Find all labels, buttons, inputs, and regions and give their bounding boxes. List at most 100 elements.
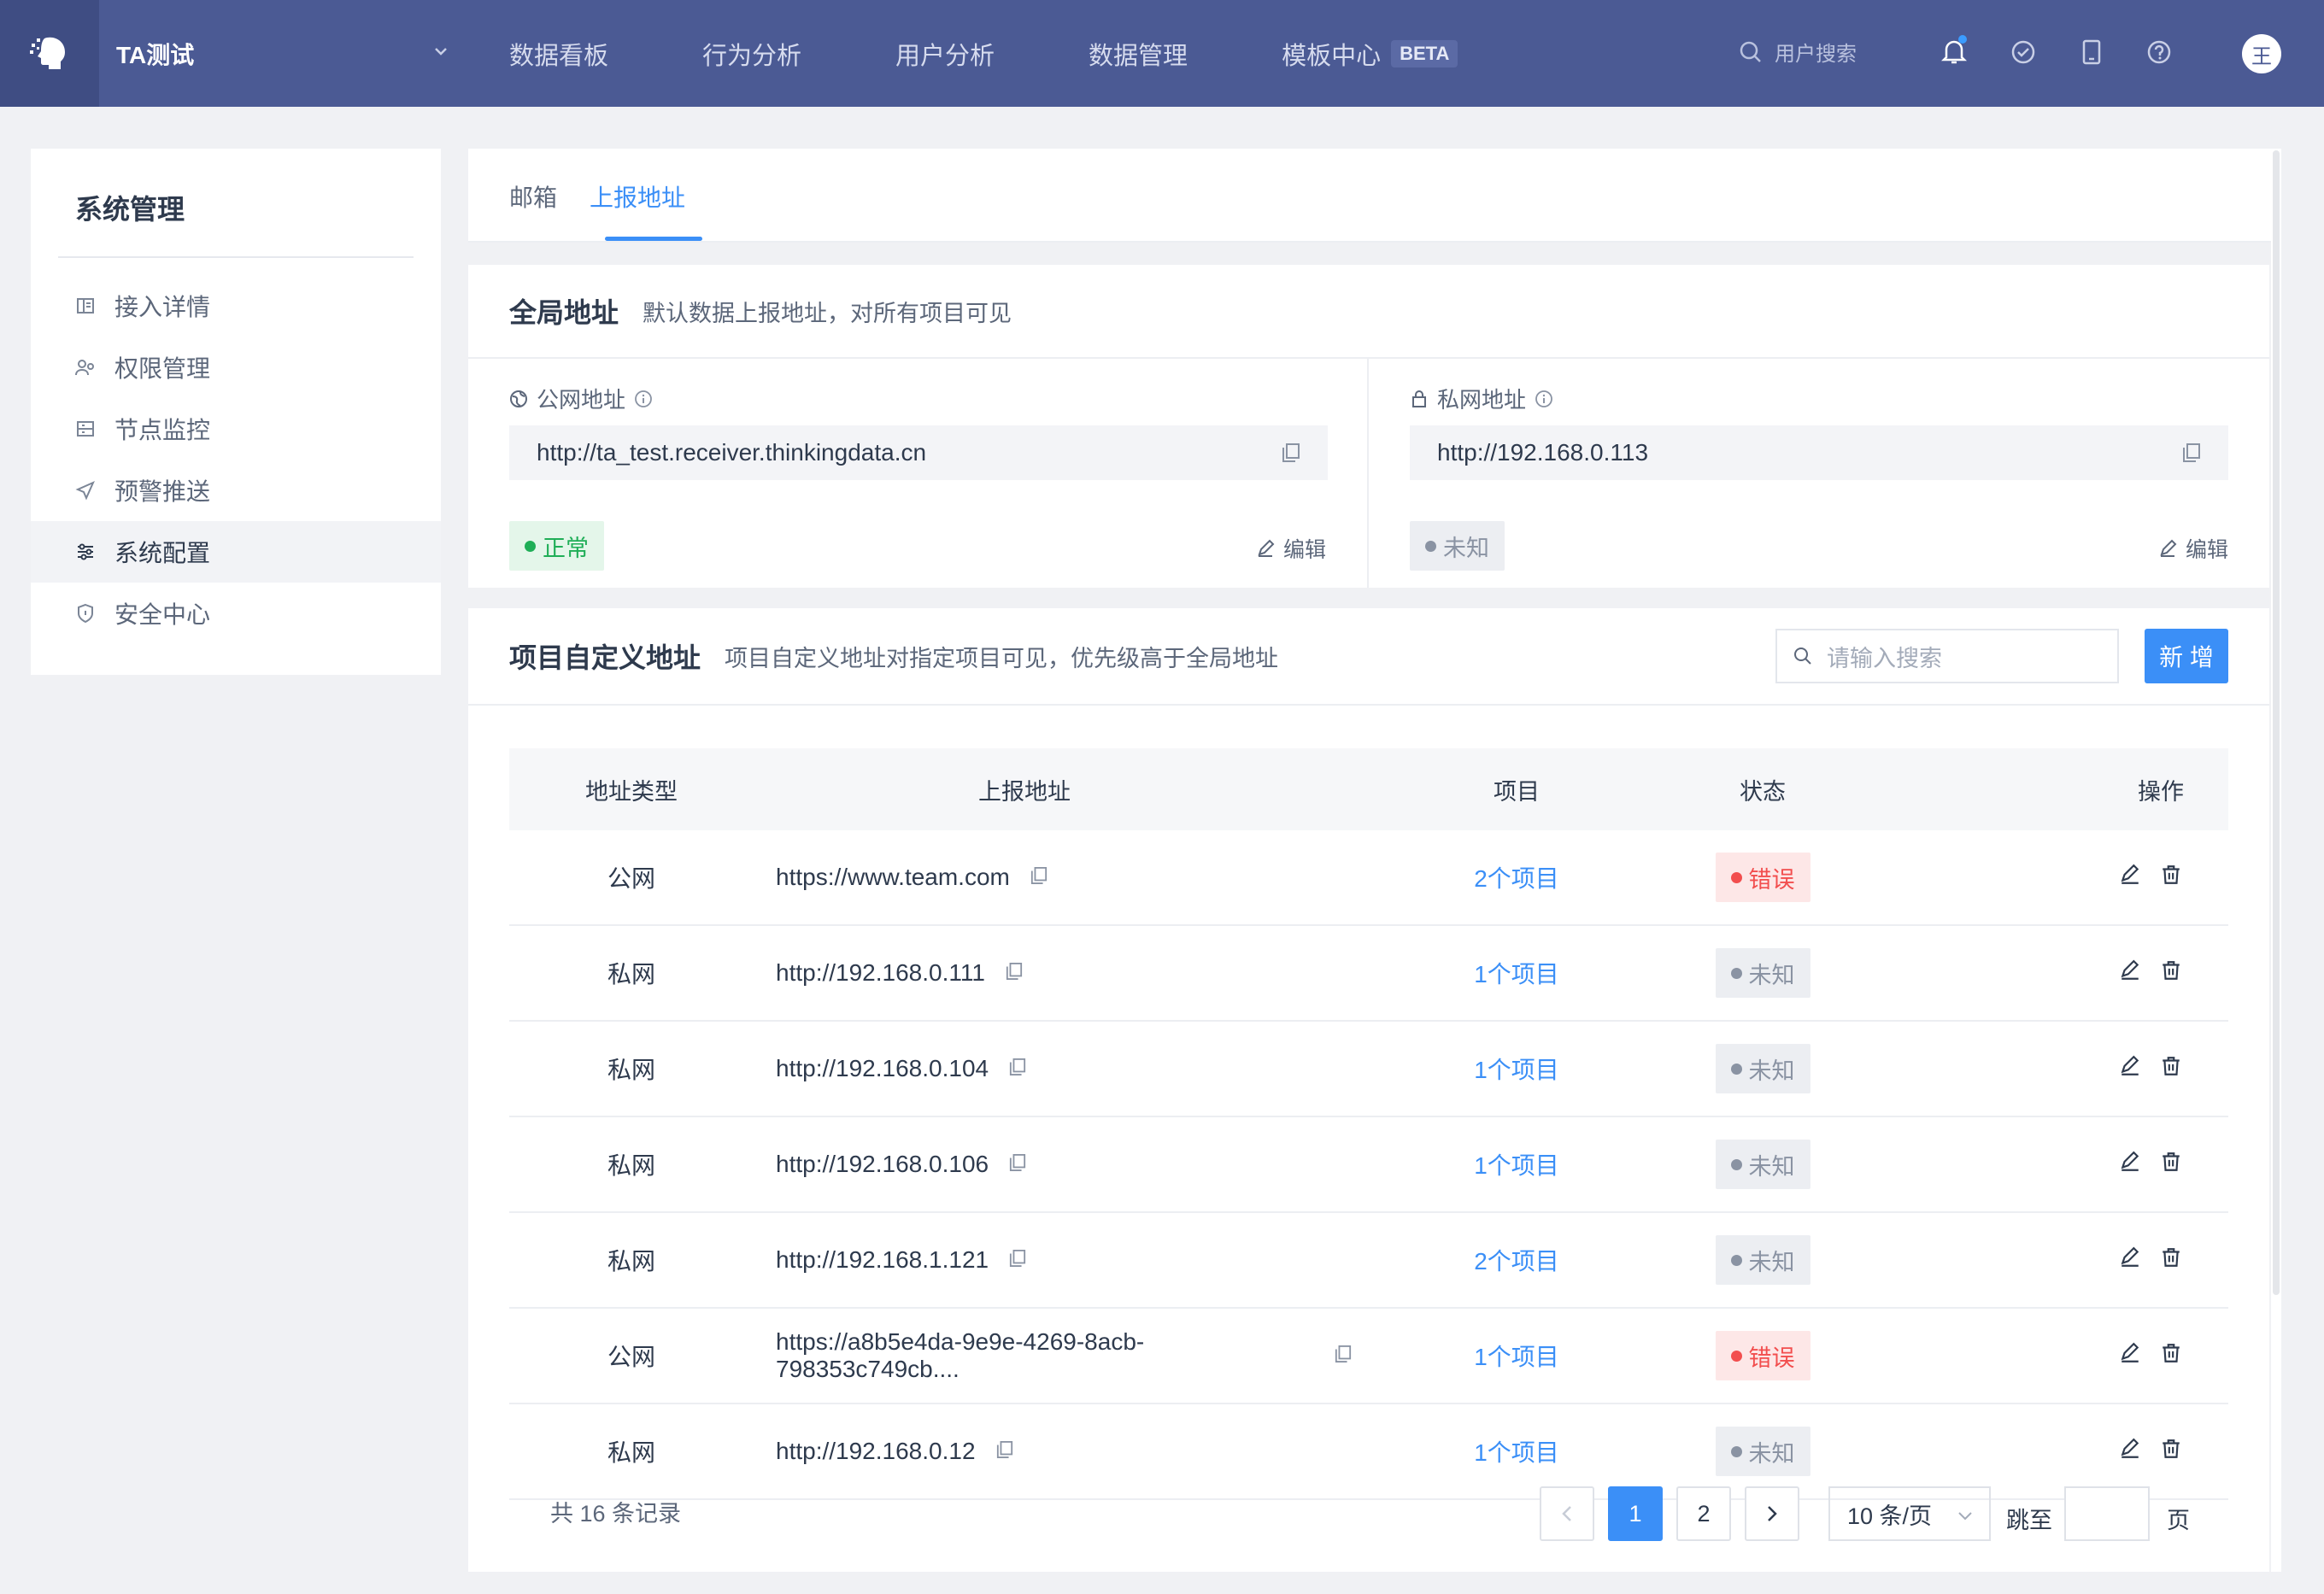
status-text: 未知 <box>1748 1058 1795 1084</box>
status-cell: 未知 <box>1681 1235 1844 1285</box>
globe-icon <box>510 390 527 407</box>
nav-user-analysis[interactable]: 用户分析 <box>895 36 995 72</box>
status-badge: 未知 <box>1715 1044 1810 1093</box>
trash-icon[interactable] <box>2160 1055 2182 1083</box>
jump-label: 跳至 <box>2006 1508 2052 1533</box>
edit-icon[interactable] <box>2119 1151 2141 1179</box>
url-cell: http://192.168.1.121 <box>754 1246 1352 1274</box>
page-button-2[interactable]: 2 <box>1676 1486 1731 1541</box>
notification-button[interactable] <box>1940 35 1969 67</box>
sidebar-item-security[interactable]: 安全中心 <box>31 583 441 644</box>
user-search[interactable]: 用户搜索 <box>1739 37 1857 67</box>
trash-icon[interactable] <box>2160 1342 2182 1370</box>
scrollbar-thumb[interactable] <box>2273 150 2280 1295</box>
add-button[interactable]: 新 增 <box>2145 629 2228 683</box>
status-cell: 未知 <box>1681 1140 1844 1189</box>
tab-bar: 邮箱 上报地址 <box>468 149 2281 243</box>
private-address-label: 私网地址 <box>1437 387 1527 413</box>
brain-logo-icon <box>30 37 65 69</box>
next-page-button[interactable] <box>1745 1486 1799 1541</box>
edit-icon[interactable] <box>2119 1055 2141 1083</box>
project-link[interactable]: 2个项目 <box>1352 860 1681 894</box>
page-suffix: 页 <box>2167 1508 2190 1533</box>
sliders-icon <box>73 540 97 564</box>
sidebar-item-label: 安全中心 <box>114 601 211 628</box>
copy-icon[interactable] <box>1030 864 1048 891</box>
copy-icon[interactable] <box>1009 1055 1026 1082</box>
status-cell: 未知 <box>1681 1044 1844 1093</box>
copy-icon[interactable] <box>996 1438 1013 1465</box>
address-type-cell: 私网 <box>607 1152 655 1179</box>
public-address-value: http://ta_test.receiver.thinkingdata.cn <box>537 439 927 466</box>
edit-icon[interactable] <box>2119 864 2141 892</box>
project-link[interactable]: 1个项目 <box>1352 1052 1681 1086</box>
nav-data-management[interactable]: 数据管理 <box>1089 36 1188 72</box>
status-text: 未知 <box>1748 1153 1795 1180</box>
user-search-placeholder: 用户搜索 <box>1775 43 1857 66</box>
status-badge: 未知 <box>1410 521 1505 571</box>
trash-icon[interactable] <box>2160 1151 2182 1179</box>
public-address-label: 公网地址 <box>537 387 626 413</box>
project-selector[interactable]: TA测试 <box>99 0 449 107</box>
copy-icon[interactable] <box>1282 442 1300 463</box>
avatar[interactable]: 王 <box>2242 34 2281 73</box>
jump-page-input[interactable] <box>2064 1486 2150 1541</box>
nav-label: 数据看板 <box>509 42 609 70</box>
task-button[interactable] <box>2009 38 2038 67</box>
info-icon[interactable] <box>1535 390 1553 408</box>
edit-label: 编辑 <box>2185 538 2228 562</box>
prev-page-button[interactable] <box>1540 1486 1594 1541</box>
trash-icon[interactable] <box>2160 959 2182 987</box>
help-button[interactable] <box>2145 38 2174 67</box>
main-content: 邮箱 上报地址 全局地址 默认数据上报地址，对所有项目可见 公网地址 http:… <box>468 149 2281 1572</box>
sidebar-item-permissions[interactable]: 权限管理 <box>31 337 441 398</box>
edit-private-address-button[interactable]: 编辑 <box>2158 533 2228 564</box>
sidebar-item-alerts[interactable]: 预警推送 <box>31 460 441 521</box>
edit-icon[interactable] <box>2119 959 2141 987</box>
copy-icon[interactable] <box>1006 959 1023 987</box>
project-link[interactable]: 2个项目 <box>1352 1243 1681 1277</box>
nav-template-center[interactable]: 模板中心 BETA <box>1282 36 1458 72</box>
trash-icon[interactable] <box>2160 1438 2182 1466</box>
copy-icon[interactable] <box>1009 1246 1026 1274</box>
search-icon <box>1740 41 1761 62</box>
sidebar-item-node-monitor[interactable]: 节点监控 <box>31 398 441 460</box>
project-link[interactable]: 1个项目 <box>1352 956 1681 990</box>
copy-icon[interactable] <box>1335 1342 1352 1369</box>
card-title: 全局地址 <box>509 297 619 328</box>
card-subtitle: 默认数据上报地址，对所有项目可见 <box>643 300 1012 326</box>
search-input[interactable]: 请输入搜索 <box>1775 629 2119 683</box>
edit-icon <box>1258 539 1275 557</box>
card-title: 项目自定义地址 <box>509 642 701 673</box>
url-text: https://www.team.com <box>776 864 1010 890</box>
nav-dashboard[interactable]: 数据看板 <box>509 36 608 72</box>
info-icon[interactable] <box>634 390 653 408</box>
mobile-button[interactable] <box>2077 38 2106 67</box>
edit-public-address-button[interactable]: 编辑 <box>1256 533 1326 564</box>
edit-icon[interactable] <box>2119 1246 2141 1275</box>
sidebar-item-access-details[interactable]: 接入详情 <box>31 275 441 337</box>
global-address-card: 全局地址 默认数据上报地址，对所有项目可见 公网地址 http://ta_tes… <box>468 265 2269 588</box>
edit-icon[interactable] <box>2119 1342 2141 1370</box>
project-link[interactable]: 1个项目 <box>1352 1147 1681 1181</box>
address-type-cell: 私网 <box>607 1057 655 1083</box>
nav-behavior-analysis[interactable]: 行为分析 <box>702 36 801 72</box>
logo[interactable] <box>0 0 99 107</box>
page-size-select[interactable]: 10 条/页 <box>1828 1486 1991 1541</box>
tab-report-address[interactable]: 上报地址 <box>590 149 703 241</box>
copy-icon[interactable] <box>1009 1151 1026 1178</box>
sidebar-item-system-config[interactable]: 系统配置 <box>31 521 441 583</box>
public-address-field: http://ta_test.receiver.thinkingdata.cn <box>509 425 1328 480</box>
trash-icon[interactable] <box>2160 1246 2182 1275</box>
private-address-field: http://192.168.0.113 <box>1410 425 2228 480</box>
trash-icon[interactable] <box>2160 864 2182 892</box>
project-link[interactable]: 1个项目 <box>1352 1434 1681 1468</box>
project-link[interactable]: 1个项目 <box>1352 1339 1681 1373</box>
tab-email[interactable]: 邮箱 <box>509 149 557 241</box>
copy-icon[interactable] <box>2182 442 2201 463</box>
sidebar-item-label: 预警推送 <box>114 478 211 505</box>
page-button-1[interactable]: 1 <box>1608 1486 1663 1541</box>
monitor-icon <box>73 417 97 441</box>
status-text: 未知 <box>1748 1440 1795 1467</box>
edit-icon[interactable] <box>2119 1438 2141 1466</box>
